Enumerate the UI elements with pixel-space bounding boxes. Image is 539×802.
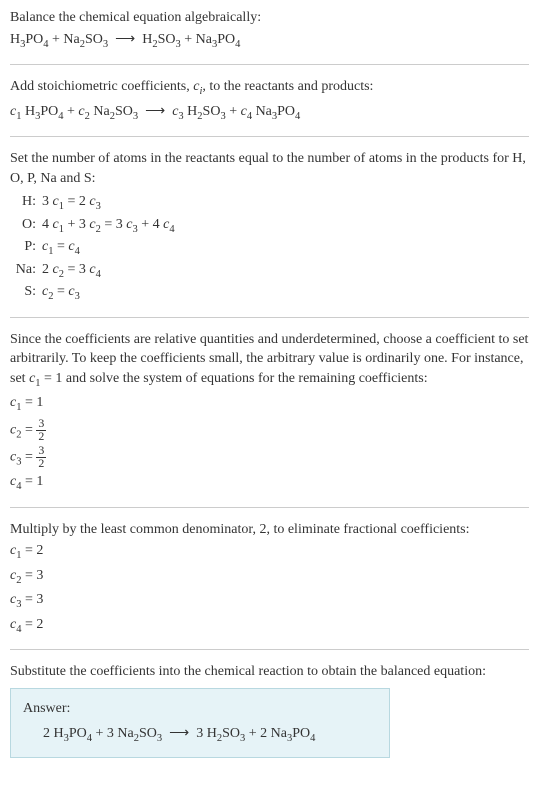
atom-label: P: [14,237,42,257]
divider [10,317,529,318]
coeff-line: c3 = 32 [10,445,529,470]
atom-label: Na: [14,260,42,280]
solve2-section: Multiply by the least common denominator… [10,520,529,638]
solve1-section: Since the coefficients are relative quan… [10,330,529,495]
answer-equation: 2 H3PO4 + 3 Na2SO3 ⟶ 3 H2SO3 + 2 Na3PO4 [23,724,377,746]
coeff-line: c4 = 2 [10,615,529,637]
divider [10,649,529,650]
atom-row: H: 3 c1 = 2 c3 [14,192,529,214]
intro-reaction: H3PO4 + Na2SO3 ⟶ H2SO3 + Na3PO4 [10,30,529,52]
intro-text: Balance the chemical equation algebraica… [10,8,529,28]
answer-box: Answer: 2 H3PO4 + 3 Na2SO3 ⟶ 3 H2SO3 + 2… [10,688,390,758]
final-section: Substitute the coefficients into the che… [10,662,529,758]
coeff-line: c4 = 1 [10,472,529,494]
atom-row: P: c1 = c4 [14,237,529,259]
solve2-intro: Multiply by the least common denominator… [10,520,529,540]
atoms-intro: Set the number of atoms in the reactants… [10,149,529,188]
atoms-section: Set the number of atoms in the reactants… [10,149,529,305]
stoich-section: Add stoichiometric coefficients, ci, to … [10,77,529,124]
stoich-text: Add stoichiometric coefficients, ci, to … [10,77,529,99]
answer-label: Answer: [23,699,377,719]
atoms-table: H: 3 c1 = 2 c3 O: 4 c1 + 3 c2 = 3 c3 + 4… [14,192,529,304]
coeff-line: c2 = 3 [10,566,529,588]
divider [10,136,529,137]
atom-equation: c1 = c4 [42,237,80,259]
solve1-intro: Since the coefficients are relative quan… [10,330,529,392]
atom-row: S: c2 = c3 [14,282,529,304]
atom-label: S: [14,282,42,302]
atom-row: O: 4 c1 + 3 c2 = 3 c3 + 4 c4 [14,215,529,237]
divider [10,64,529,65]
atom-equation: 4 c1 + 3 c2 = 3 c3 + 4 c4 [42,215,175,237]
divider [10,507,529,508]
coeff-line: c2 = 32 [10,418,529,443]
atom-label: O: [14,215,42,235]
coeff-line: c1 = 1 [10,393,529,415]
atom-label: H: [14,192,42,212]
atom-row: Na: 2 c2 = 3 c4 [14,260,529,282]
coeff-line: c3 = 3 [10,590,529,612]
coeff-line: c1 = 2 [10,541,529,563]
atom-equation: c2 = c3 [42,282,80,304]
intro-section: Balance the chemical equation algebraica… [10,8,529,52]
stoich-reaction: c1 H3PO4 + c2 Na2SO3 ⟶ c3 H2SO3 + c4 Na3… [10,102,529,124]
atom-equation: 3 c1 = 2 c3 [42,192,101,214]
final-intro: Substitute the coefficients into the che… [10,662,529,682]
atom-equation: 2 c2 = 3 c4 [42,260,101,282]
